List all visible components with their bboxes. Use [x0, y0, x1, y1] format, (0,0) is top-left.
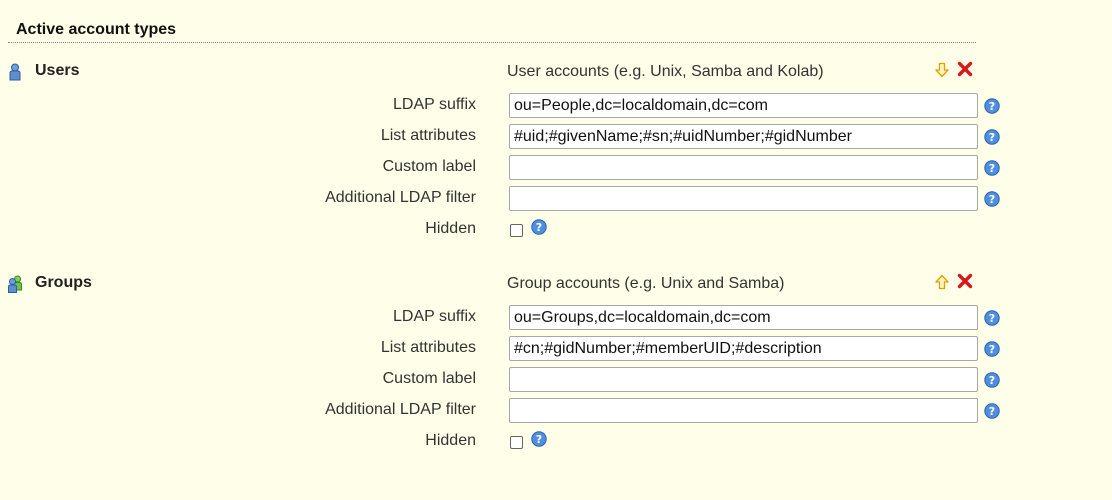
svg-text:?: ?	[989, 100, 995, 113]
svg-text:?: ?	[536, 433, 542, 446]
list-attributes-label: List attributes	[380, 127, 476, 144]
arrow-down-icon[interactable]	[934, 62, 950, 78]
help-icon[interactable]: ?	[984, 310, 1000, 326]
row-ldap-suffix: LDAP suffix ?	[0, 93, 1112, 119]
row-ldap-filter: Additional LDAP filter ?	[0, 398, 1112, 424]
ldap-filter-input[interactable]	[509, 398, 978, 423]
help-icon[interactable]: ?	[531, 431, 547, 447]
row-list-attributes: List attributes ?	[0, 124, 1112, 150]
help-icon[interactable]: ?	[984, 160, 1000, 176]
section-divider	[8, 42, 976, 43]
user-icon	[7, 63, 23, 81]
custom-label-label: Custom label	[382, 370, 476, 387]
section-title: Active account types	[16, 21, 177, 38]
custom-label-input[interactable]	[509, 155, 978, 180]
svg-text:?: ?	[989, 343, 995, 356]
ldap-suffix-label: LDAP suffix	[392, 96, 476, 113]
custom-label-input[interactable]	[509, 367, 978, 392]
help-icon[interactable]: ?	[984, 403, 1000, 419]
ldap-filter-label: Additional LDAP filter	[325, 401, 476, 418]
svg-text:?: ?	[989, 131, 995, 144]
svg-text:?: ?	[989, 162, 995, 175]
account-type-groups: Groups Group accounts (e.g. Unix and Sam…	[0, 272, 1112, 472]
help-icon[interactable]: ?	[531, 219, 547, 235]
delete-icon[interactable]	[957, 61, 973, 77]
account-type-description: Group accounts (e.g. Unix and Samba)	[507, 275, 785, 292]
account-type-users: Users User accounts (e.g. Unix, Samba an…	[0, 60, 1112, 260]
group-icon	[7, 275, 23, 293]
custom-label-label: Custom label	[382, 158, 476, 175]
row-ldap-suffix: LDAP suffix ?	[0, 305, 1112, 331]
ldap-suffix-input[interactable]	[509, 305, 978, 330]
ldap-filter-input[interactable]	[509, 186, 978, 211]
ldap-filter-label: Additional LDAP filter	[325, 189, 476, 206]
account-type-name: Groups	[35, 274, 92, 291]
row-hidden: Hidden ?	[0, 429, 1112, 455]
account-type-description: User accounts (e.g. Unix, Samba and Kola…	[507, 63, 824, 80]
list-attributes-input[interactable]	[509, 336, 978, 361]
svg-text:?: ?	[536, 221, 542, 234]
help-icon[interactable]: ?	[984, 191, 1000, 207]
hidden-checkbox[interactable]	[510, 224, 523, 237]
help-icon[interactable]: ?	[984, 372, 1000, 388]
list-attributes-label: List attributes	[380, 339, 476, 356]
svg-text:?: ?	[989, 193, 995, 206]
row-ldap-filter: Additional LDAP filter ?	[0, 186, 1112, 212]
list-attributes-input[interactable]	[509, 124, 978, 149]
delete-icon[interactable]	[957, 273, 973, 289]
help-icon[interactable]: ?	[984, 98, 1000, 114]
svg-text:?: ?	[989, 405, 995, 418]
help-icon[interactable]: ?	[984, 341, 1000, 357]
row-custom-label: Custom label ?	[0, 155, 1112, 181]
account-type-name: Users	[35, 62, 80, 79]
row-hidden: Hidden ?	[0, 217, 1112, 243]
svg-text:?: ?	[989, 312, 995, 325]
row-list-attributes: List attributes ?	[0, 336, 1112, 362]
hidden-label: Hidden	[425, 220, 476, 237]
arrow-up-icon[interactable]	[934, 274, 950, 290]
hidden-checkbox[interactable]	[510, 436, 523, 449]
ldap-suffix-label: LDAP suffix	[392, 308, 476, 325]
ldap-suffix-input[interactable]	[509, 93, 978, 118]
help-icon[interactable]: ?	[984, 129, 1000, 145]
hidden-label: Hidden	[425, 432, 476, 449]
svg-text:?: ?	[989, 374, 995, 387]
row-custom-label: Custom label ?	[0, 367, 1112, 393]
